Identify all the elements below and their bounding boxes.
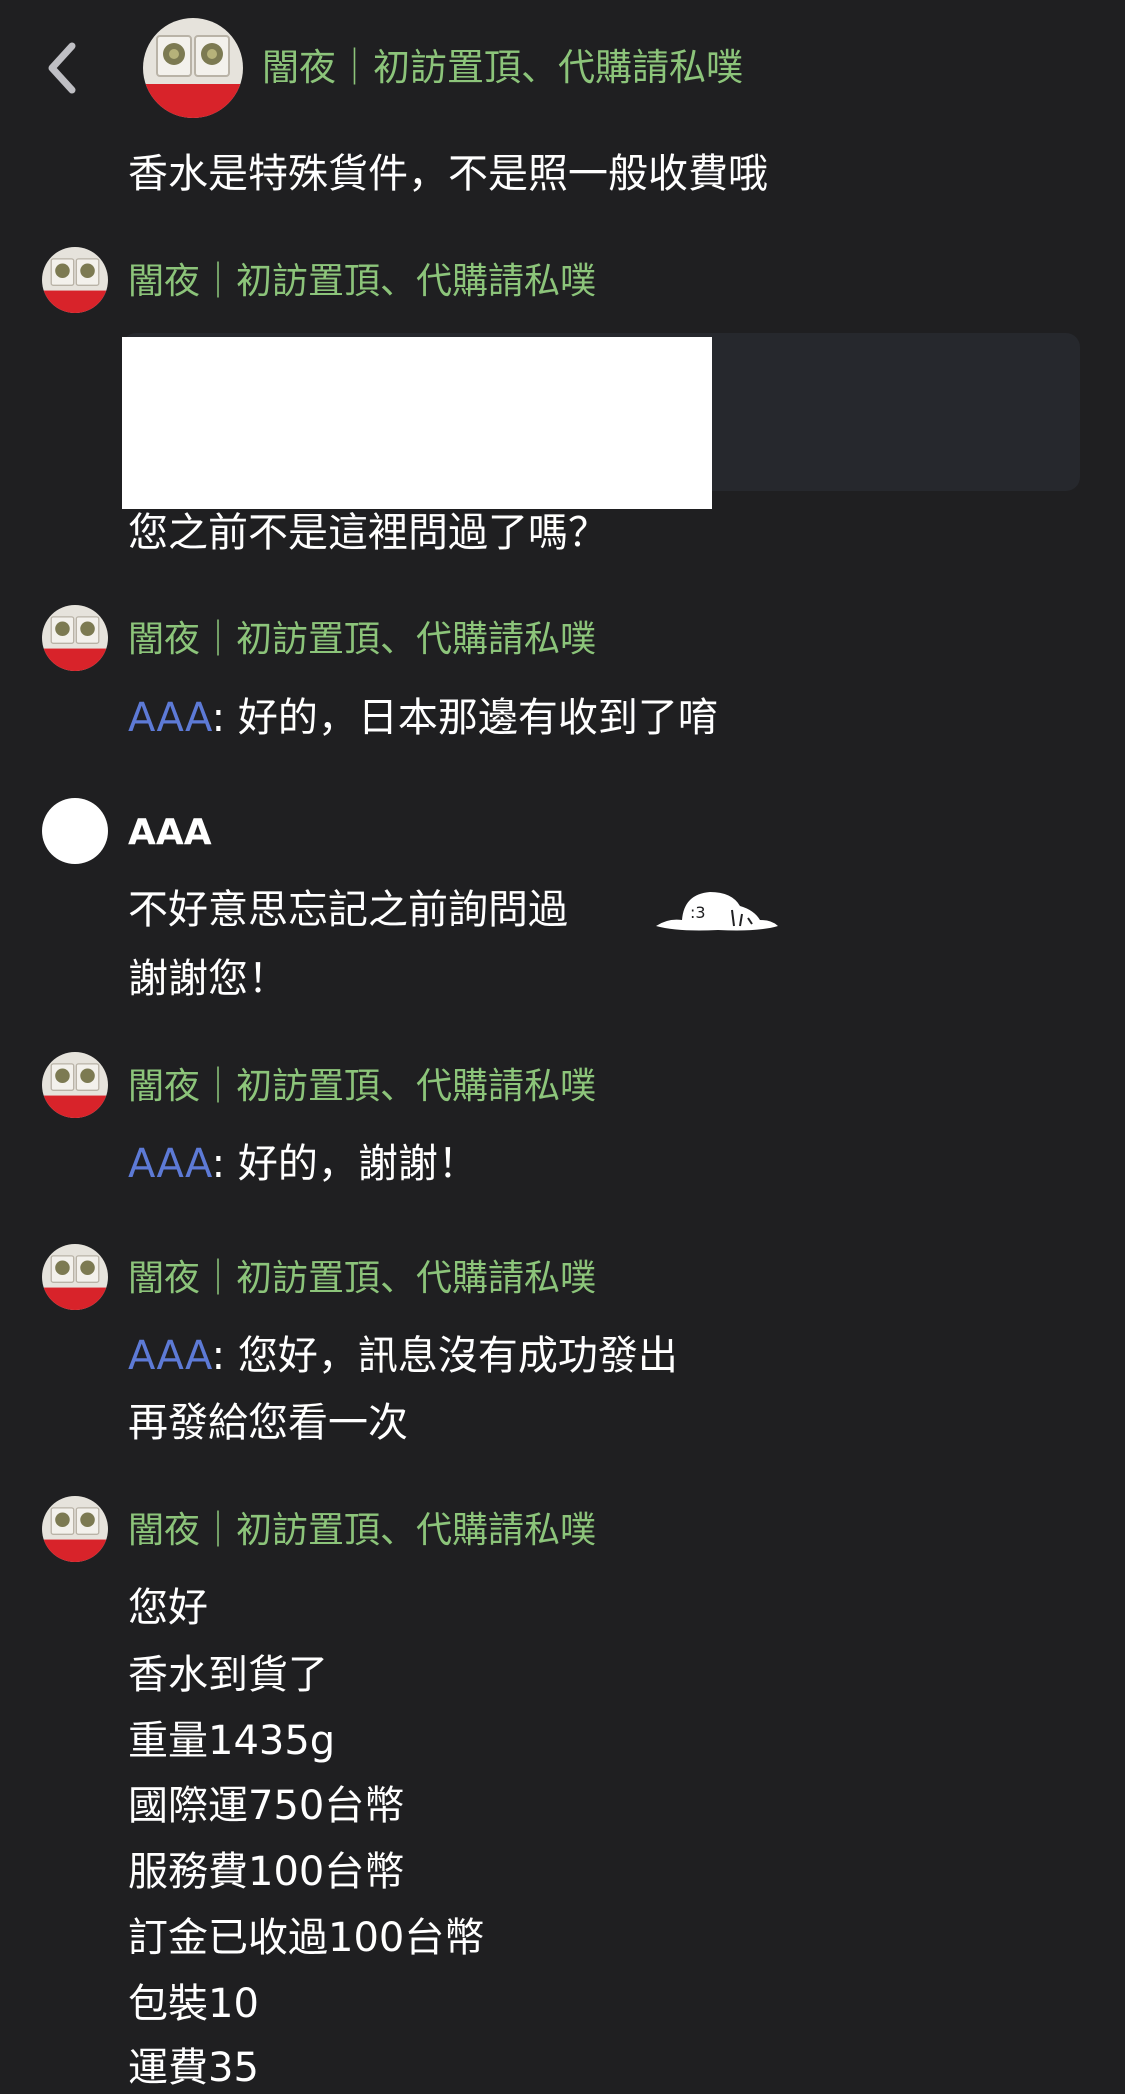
message-text: AAA: 您好，訊息沒有成功發出 [128,1330,678,1382]
avatar[interactable] [42,1244,108,1310]
svg-text::3: :3 [690,903,706,922]
avatar[interactable] [42,1496,108,1562]
sender-name[interactable]: 闇夜｜初訪置頂、代購請私噗 [128,1508,596,1554]
avatar[interactable] [143,18,243,118]
redacted-image [122,337,712,509]
chevron-left-icon [48,42,76,94]
message-text: 運費35 [128,2045,259,2091]
message-text: 包裝10 [128,1981,259,2027]
header-subtitle-message: 香水是特殊貨件，不是照一般收費哦 [128,151,768,197]
message-text: 謝謝您！ [128,956,288,1002]
mention-link[interactable]: AAA [128,695,212,741]
mention-link[interactable]: AAA [128,1333,212,1379]
message-text: 不好意思忘記之前詢問過 [128,887,568,933]
sender-name[interactable]: AAA [128,810,212,856]
sender-name[interactable]: 闇夜｜初訪置頂、代購請私噗 [128,259,596,305]
avatar[interactable] [42,798,108,864]
message-text: 國際運750台幣 [128,1783,405,1829]
message-text: 您好 [128,1585,208,1631]
back-button[interactable] [38,36,88,100]
sender-name[interactable]: 闇夜｜初訪置頂、代購請私噗 [128,1256,596,1302]
message-text: AAA: 好的，日本那邊有收到了唷 [128,692,718,744]
chat-screen: 闇夜｜初訪置頂、代購請私噗 香水是特殊貨件，不是照一般收費哦 闇夜｜初訪置頂、代… [0,0,1125,2091]
sender-name[interactable]: 闇夜｜初訪置頂、代購請私噗 [128,617,596,663]
message-text: 服務費100台幣 [128,1849,405,1895]
sleeping-blob-sticker: :3 [656,892,778,931]
mention-link[interactable]: AAA [128,1141,212,1187]
sender-name[interactable]: 闇夜｜初訪置頂、代購請私噗 [128,1064,596,1110]
message-text: 訂金已收過100台幣 [128,1915,485,1961]
header-title[interactable]: 闇夜｜初訪置頂、代購請私噗 [262,44,743,92]
message-text-content: : 好的，日本那邊有收到了唷 [211,695,718,741]
message-text: 再發給您看一次 [128,1400,408,1446]
message-text: 香水到貨了 [128,1652,328,1698]
avatar[interactable] [42,1052,108,1118]
chat-header: 闇夜｜初訪置頂、代購請私噗 [0,0,1125,140]
message-text-content: : 您好，訊息沒有成功發出 [211,1333,678,1379]
avatar[interactable] [42,605,108,671]
message-text-content: : 好的，謝謝！ [211,1141,478,1187]
message-text: 重量1435g [128,1718,336,1764]
avatar[interactable] [42,247,108,313]
message-text: AAA: 好的，謝謝！ [128,1138,478,1190]
message-text: 您之前不是這裡問過了嗎？ [128,510,608,556]
